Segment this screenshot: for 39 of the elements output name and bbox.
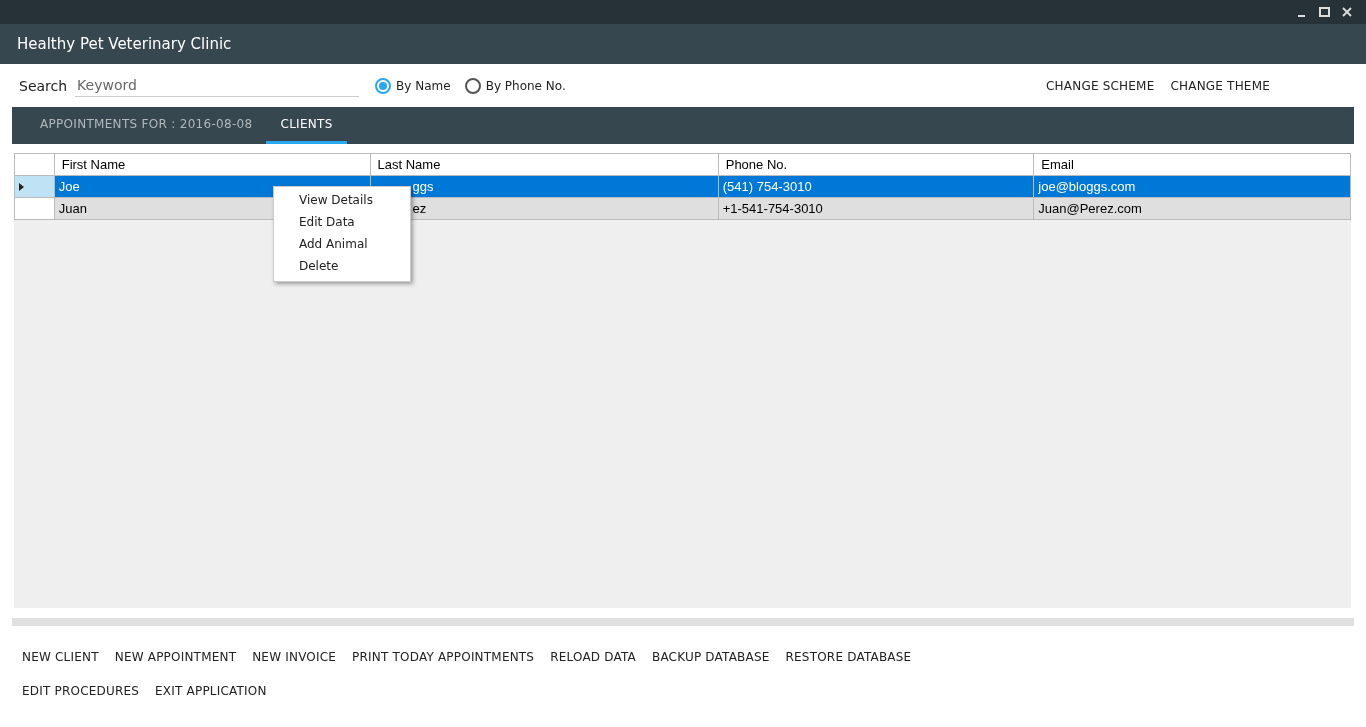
tab[interactable]: APPOINTMENTS FOR : 2016-08-08 — [26, 107, 267, 144]
table-cell: (541) 754-3010 — [722, 179, 812, 194]
header-action-button[interactable]: CHANGE SCHEME — [1039, 74, 1162, 97]
table-cell: +1-541-754-3010 — [722, 201, 823, 216]
row-pointer-icon — [19, 183, 24, 191]
menu-item[interactable]: Delete — [274, 256, 410, 278]
close-icon[interactable] — [1342, 7, 1352, 17]
column-header[interactable]: First Name — [54, 153, 371, 176]
row-header-cell[interactable] — [14, 175, 55, 198]
action-button[interactable]: PRINT TODAY APPOINTMENTS — [344, 646, 543, 668]
action-button[interactable]: BACKUP DATABASE — [644, 646, 778, 668]
action-button[interactable]: EDIT PROCEDURES — [14, 680, 148, 702]
menu-item[interactable]: Edit Data — [274, 212, 410, 234]
radio-option[interactable]: By Name — [375, 77, 451, 94]
table-cell: joe@bloggs.com — [1038, 179, 1136, 194]
tab[interactable]: CLIENTS — [266, 107, 347, 144]
column-header[interactable]: Last Name — [370, 153, 719, 176]
table-cell: Joe — [58, 179, 80, 194]
search-label: Search — [19, 77, 68, 94]
table-cell: Juan@Perez.com — [1038, 201, 1142, 216]
row-header-cell[interactable] — [14, 197, 55, 220]
maximize-icon[interactable] — [1319, 7, 1330, 17]
corner-header-cell — [14, 153, 55, 176]
action-button[interactable]: NEW APPOINTMENT — [106, 646, 245, 668]
menu-item[interactable]: Add Animal — [274, 234, 410, 256]
action-button[interactable]: NEW INVOICE — [244, 646, 345, 668]
window-title: Healthy Pet Veterinary Clinic — [17, 35, 232, 53]
menu-item[interactable]: View Details — [274, 190, 410, 212]
action-button[interactable]: EXIT APPLICATION — [147, 680, 275, 702]
column-header[interactable]: Phone No. — [718, 153, 1034, 176]
action-button[interactable]: NEW CLIENT — [14, 646, 107, 668]
action-button[interactable]: RELOAD DATA — [542, 646, 644, 668]
table-cell: ez — [412, 201, 427, 216]
radio-option[interactable]: By Phone No. — [464, 77, 566, 94]
header-action-button[interactable]: CHANGE THEME — [1163, 74, 1277, 97]
action-button[interactable]: RESTORE DATABASE — [777, 646, 920, 668]
column-header[interactable]: Email — [1033, 153, 1351, 176]
table-cell: Juan — [58, 201, 87, 216]
table-cell: ggs — [412, 179, 434, 194]
